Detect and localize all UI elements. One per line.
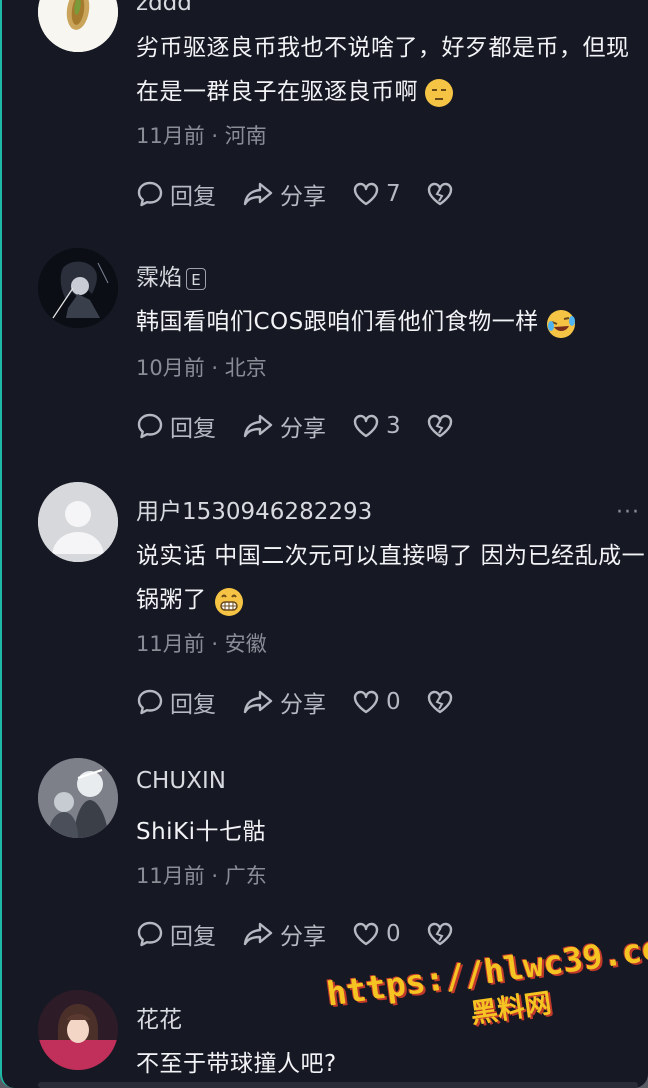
like-button[interactable]: 7 <box>352 178 401 210</box>
rolling-laughing-face-emoji <box>545 308 575 338</box>
username[interactable]: 用户1530946282293 <box>136 492 372 526</box>
user-badge: E <box>186 267 206 290</box>
username[interactable]: CHUXIN <box>136 768 226 794</box>
comment-meta: 11月前 · 安徽 <box>136 632 267 656</box>
like-button[interactable]: 0 <box>352 918 401 950</box>
reply-button[interactable]: 回复 <box>136 178 216 210</box>
avatar[interactable] <box>38 482 118 562</box>
share-arrow-icon <box>243 414 273 438</box>
comment-text-content: 劣币驱逐良币我也不说啥了，好歹都是币，但现在是一群良子在驱逐良币啊 <box>136 35 630 105</box>
dislike-button[interactable] <box>426 686 454 718</box>
share-button[interactable]: 分享 <box>242 178 326 210</box>
username[interactable]: 霂焰 <box>136 265 182 291</box>
reply-label: 回复 <box>170 692 216 718</box>
comment-text: 劣币驱逐良币我也不说啥了，好歹都是币，但现在是一群良子在驱逐良币啊 <box>136 26 646 114</box>
comment-actions: 回复 分享 0 <box>136 686 616 718</box>
share-label: 分享 <box>280 692 326 718</box>
share-arrow-icon <box>243 690 273 714</box>
avatar[interactable] <box>38 248 118 328</box>
reply-bubble-icon <box>137 413 163 439</box>
reply-label: 回复 <box>170 416 216 442</box>
reply-button[interactable]: 回复 <box>136 686 216 718</box>
heart-icon <box>353 922 379 946</box>
bottom-scroll-indicator <box>38 1082 638 1088</box>
share-label: 分享 <box>280 184 326 210</box>
reply-bubble-icon <box>137 921 163 947</box>
grinning-face-emoji <box>213 586 243 616</box>
heart-icon <box>353 414 379 438</box>
comment-text: 说实话 中国二次元可以直接喝了 因为已经乱成一锅粥了 <box>136 534 646 622</box>
reply-button[interactable]: 回复 <box>136 918 216 950</box>
like-count: 0 <box>386 689 401 715</box>
girl-portrait-avatar-image <box>38 990 118 1070</box>
share-arrow-icon <box>243 922 273 946</box>
like-count: 7 <box>386 181 401 207</box>
comment-actions: 回复 分享 0 <box>136 918 616 950</box>
pistachio-avatar-image <box>38 0 118 52</box>
comment-text: ShiKi十七骷 <box>136 819 267 845</box>
comment-meta: 11月前 · 广东 <box>136 864 267 888</box>
comment-meta: 10月前 · 北京 <box>136 356 267 380</box>
share-label: 分享 <box>280 416 326 442</box>
default-user-avatar-icon <box>38 482 118 562</box>
reply-bubble-icon <box>137 181 163 207</box>
share-label: 分享 <box>280 924 326 950</box>
avatar[interactable] <box>38 990 118 1070</box>
reply-button[interactable]: 回复 <box>136 410 216 442</box>
broken-heart-icon <box>427 690 453 714</box>
like-button[interactable]: 3 <box>352 410 401 442</box>
reply-bubble-icon <box>137 689 163 715</box>
reply-label: 回复 <box>170 184 216 210</box>
heart-icon <box>353 182 379 206</box>
share-button[interactable]: 分享 <box>242 410 326 442</box>
broken-heart-icon <box>427 182 453 206</box>
watermark-name: 黑料网 <box>468 987 554 1030</box>
reply-label: 回复 <box>170 924 216 950</box>
dark-portrait-avatar-image <box>38 248 118 328</box>
more-options-icon[interactable]: ··· <box>616 500 640 525</box>
broken-heart-icon <box>427 414 453 438</box>
broken-heart-icon <box>427 922 453 946</box>
username[interactable]: 花花 <box>136 1000 182 1034</box>
heart-icon <box>353 690 379 714</box>
share-arrow-icon <box>243 182 273 206</box>
avatar[interactable] <box>38 0 118 52</box>
comment-panel: zddd 劣币驱逐良币我也不说啥了，好歹都是币，但现在是一群良子在驱逐良币啊 1… <box>0 0 648 1088</box>
share-button[interactable]: 分享 <box>242 918 326 950</box>
unamused-face-emoji <box>424 78 454 108</box>
like-count: 0 <box>386 921 401 947</box>
comment-actions: 回复 分享 3 <box>136 410 616 442</box>
comment-text: 韩国看咱们COS跟咱们看他们食物一样 <box>136 300 646 344</box>
comment-text-content: 韩国看咱们COS跟咱们看他们食物一样 <box>136 309 539 335</box>
comment-text: 不至于带球撞人吧? <box>136 1051 337 1077</box>
share-button[interactable]: 分享 <box>242 686 326 718</box>
like-count: 3 <box>386 413 401 439</box>
dislike-button[interactable] <box>426 410 454 442</box>
dislike-button[interactable] <box>426 178 454 210</box>
avatar[interactable] <box>38 758 118 838</box>
username-row[interactable]: 霂焰 E <box>136 258 206 292</box>
anime-characters-avatar-image <box>38 758 118 838</box>
username[interactable]: zddd <box>136 0 192 16</box>
dislike-button[interactable] <box>426 918 454 950</box>
comment-actions: 回复 分享 7 <box>136 178 616 210</box>
comment-meta: 11月前 · 河南 <box>136 124 267 148</box>
like-button[interactable]: 0 <box>352 686 401 718</box>
